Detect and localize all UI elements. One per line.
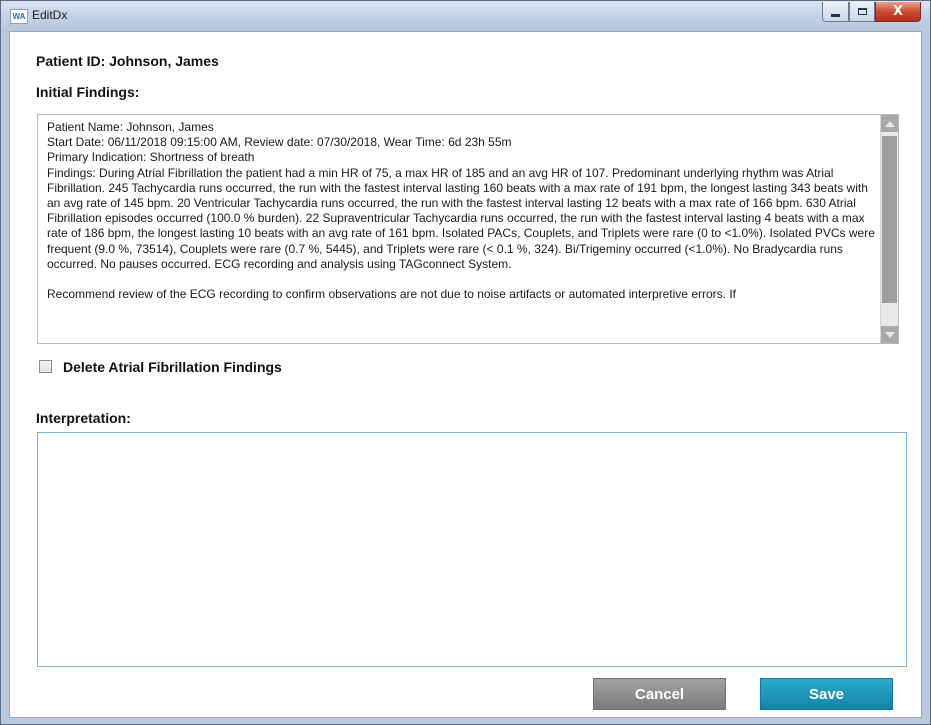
initial-findings-label: Initial Findings:	[36, 84, 140, 100]
title-bar[interactable]: WA EditDx X	[1, 1, 930, 31]
scroll-thumb[interactable]	[882, 136, 897, 303]
findings-scrollbar[interactable]	[880, 115, 898, 343]
initial-findings-textbox[interactable]: Patient Name: Johnson, James Start Date:…	[37, 114, 899, 344]
minimize-icon	[831, 13, 840, 17]
delete-af-label[interactable]: Delete Atrial Fibrillation Findings	[63, 359, 282, 375]
findings-line: Start Date: 06/11/2018 09:15:00 AM, Revi…	[47, 135, 512, 150]
app-icon: WA	[10, 9, 28, 24]
patient-id-label: Patient ID: Johnson, James	[36, 53, 219, 69]
findings-line: Patient Name: Johnson, James	[47, 120, 214, 134]
findings-line: Findings: During Atrial Fibrillation the…	[47, 165, 875, 271]
cancel-button[interactable]: Cancel	[593, 678, 726, 710]
findings-line: Recommend review of the ECG recording to…	[47, 287, 736, 302]
arrow-down-icon	[884, 331, 895, 338]
close-icon: X	[892, 4, 904, 19]
findings-blank-line	[47, 272, 877, 287]
dialog-content: Patient ID: Johnson, James Initial Findi…	[9, 31, 922, 718]
close-button[interactable]: X	[875, 2, 921, 22]
scroll-up-button[interactable]	[881, 115, 898, 132]
findings-line: Primary Indication: Shortness of breath	[47, 150, 255, 165]
save-button[interactable]: Save	[760, 678, 893, 710]
minimize-button[interactable]	[822, 2, 849, 22]
arrow-up-icon	[884, 120, 895, 127]
maximize-icon	[857, 8, 867, 15]
delete-af-checkbox[interactable]	[39, 360, 52, 373]
editdx-window: WA EditDx X Patient ID: Johnson, James I…	[0, 0, 931, 725]
initial-findings-text: Patient Name: Johnson, James Start Date:…	[47, 120, 877, 302]
maximize-button[interactable]	[849, 2, 875, 22]
window-title: EditDx	[32, 8, 68, 22]
interpretation-label: Interpretation:	[36, 410, 131, 426]
interpretation-textarea[interactable]	[37, 432, 907, 667]
scroll-down-button[interactable]	[881, 326, 898, 343]
